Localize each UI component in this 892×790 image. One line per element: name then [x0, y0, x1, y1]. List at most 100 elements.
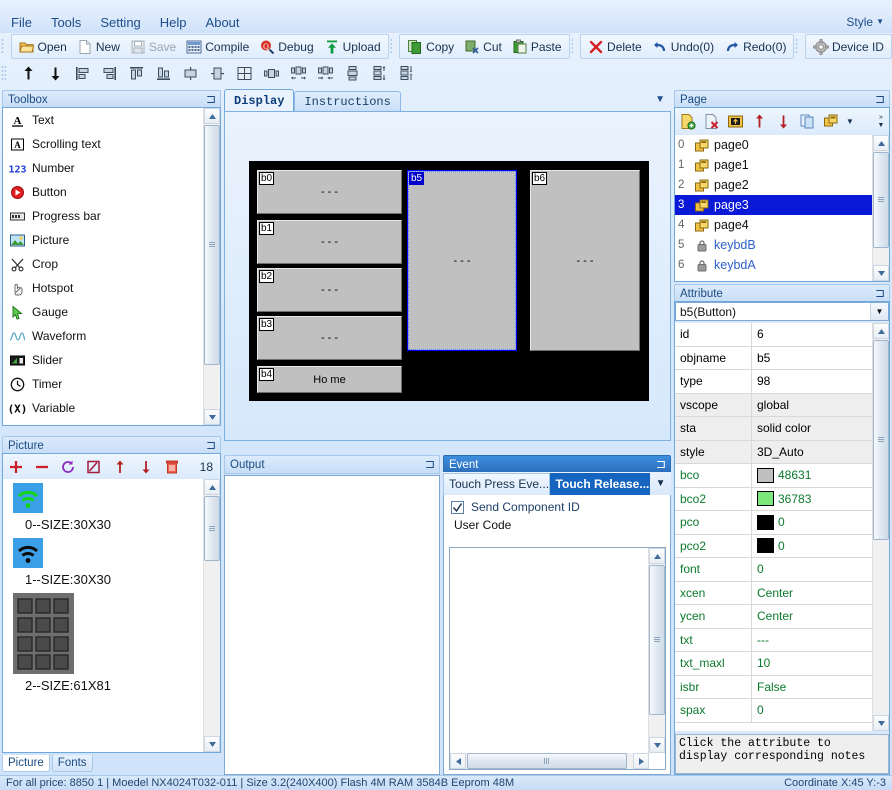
- import-page-button[interactable]: [723, 110, 747, 134]
- scrollbar-thumb[interactable]: [204, 496, 220, 561]
- chevron-down-icon[interactable]: ▼: [870, 303, 888, 320]
- attribute-row-pco2[interactable]: pco2 0: [675, 534, 873, 558]
- align-bottom-button[interactable]: [150, 62, 177, 86]
- move-up-button[interactable]: [15, 62, 42, 86]
- scrollbar-thumb[interactable]: [873, 340, 889, 540]
- new-button[interactable]: New: [72, 35, 125, 58]
- redo-button[interactable]: Redo(0): [719, 35, 791, 58]
- toolbox-item-hotspot[interactable]: Hotspot: [3, 276, 204, 300]
- color-swatch[interactable]: [757, 514, 774, 530]
- menu-item-setting[interactable]: Setting: [99, 15, 141, 30]
- toolbar-grip[interactable]: [795, 38, 798, 55]
- toolbox-item-scrolling-text[interactable]: A Scrolling text: [3, 132, 204, 156]
- event-tab-touch-press[interactable]: Touch Press Eve...: [443, 472, 550, 495]
- page-list-item-page3[interactable]: 3 page3: [675, 195, 873, 215]
- fit-screen-button[interactable]: [231, 62, 258, 86]
- color-swatch[interactable]: [757, 538, 774, 554]
- scrollbar-thumb[interactable]: [649, 565, 665, 715]
- pin-icon[interactable]: ⊐: [206, 438, 216, 452]
- pin-icon[interactable]: ⊐: [656, 457, 666, 471]
- copy-button[interactable]: Copy: [402, 35, 459, 58]
- page-list-item-page1[interactable]: 1 page1: [675, 155, 873, 175]
- display-canvas[interactable]: - - - b0 - - - b1 - - - b2 - - - b3 Ho m…: [224, 111, 671, 441]
- toolbox-item-slider[interactable]: Slider: [3, 348, 204, 372]
- open-button[interactable]: Open: [14, 35, 72, 58]
- picture-list-item[interactable]: 1--SIZE:30X30: [3, 534, 204, 589]
- attribute-row-ycen[interactable]: ycen Center: [675, 605, 873, 629]
- scroll-down-icon[interactable]: [204, 409, 220, 425]
- attribute-scrollbar[interactable]: [872, 323, 889, 731]
- canvas-widget-b6[interactable]: - - - b6: [530, 170, 640, 351]
- attribute-value-cell[interactable]: 10: [752, 652, 873, 675]
- picture-move-up-button[interactable]: [107, 455, 133, 478]
- paste-button[interactable]: Paste: [507, 35, 567, 58]
- toolbox-item-number[interactable]: 123 Number: [3, 156, 204, 180]
- attribute-value-cell[interactable]: 0: [752, 558, 873, 581]
- toolbox-item-progress-bar[interactable]: Progress bar: [3, 204, 204, 228]
- user-code-editor[interactable]: [449, 547, 666, 770]
- style-menu-button[interactable]: Style ▼: [846, 15, 884, 29]
- attribute-row-xcen[interactable]: xcen Center: [675, 581, 873, 605]
- canvas-widget-b4[interactable]: Ho me b4: [257, 366, 402, 393]
- attribute-value-cell[interactable]: 98: [752, 370, 873, 393]
- undo-button[interactable]: Undo(0): [647, 35, 719, 58]
- toolbox-item-crop[interactable]: Crop: [3, 252, 204, 276]
- scroll-right-icon[interactable]: [633, 753, 649, 769]
- color-swatch[interactable]: [757, 491, 774, 507]
- menu-item-about[interactable]: About: [205, 15, 241, 30]
- toolbar-grip[interactable]: [1, 65, 6, 82]
- upload-button[interactable]: Upload: [319, 35, 386, 58]
- color-swatch[interactable]: [757, 467, 774, 483]
- canvas-widget-b1[interactable]: - - - b1: [257, 220, 402, 264]
- remove-picture-button[interactable]: [29, 455, 55, 478]
- pin-icon[interactable]: ⊐: [875, 286, 885, 300]
- spread-horizontal-button[interactable]: [285, 62, 312, 86]
- add-page-button[interactable]: [675, 110, 699, 134]
- scroll-left-icon[interactable]: [450, 753, 466, 769]
- menu-item-file[interactable]: File: [10, 15, 33, 30]
- toolbox-item-timer[interactable]: Timer: [3, 372, 204, 396]
- align-left-button[interactable]: [69, 62, 96, 86]
- canvas-widget-b3[interactable]: - - - b3: [257, 316, 402, 360]
- page-list-item-keybdA[interactable]: 6 keybdA: [675, 255, 873, 275]
- attribute-row-bco2[interactable]: bco2 36783: [675, 487, 873, 511]
- scroll-up-icon[interactable]: [204, 108, 220, 124]
- send-component-id-checkbox[interactable]: [451, 500, 464, 514]
- attribute-row-objname[interactable]: objname b5: [675, 346, 873, 370]
- attribute-value-cell[interactable]: 0: [752, 535, 873, 558]
- scroll-down-icon[interactable]: [873, 715, 889, 731]
- scrollbar-thumb[interactable]: [873, 152, 889, 248]
- editor-tab-display[interactable]: Display: [224, 89, 295, 111]
- attribute-row-vscope[interactable]: vscope global: [675, 393, 873, 417]
- page-move-down-button[interactable]: [771, 110, 795, 134]
- toolbar-grip[interactable]: [389, 38, 393, 55]
- menu-item-help[interactable]: Help: [159, 15, 188, 30]
- delete-page-button[interactable]: [699, 110, 723, 134]
- attribute-row-spax[interactable]: spax 0: [675, 699, 873, 723]
- attribute-value-cell[interactable]: 0: [752, 699, 873, 722]
- shrink-vertical-button[interactable]: [393, 62, 420, 86]
- page-list-item-page4[interactable]: 4 page4: [675, 215, 873, 235]
- attribute-object-select[interactable]: b5(Button) ▼: [675, 302, 889, 321]
- picture-panel-tab-fonts[interactable]: Fonts: [51, 755, 93, 772]
- debug-button[interactable]: Q Debug: [254, 35, 318, 58]
- scroll-down-icon[interactable]: [873, 265, 889, 281]
- save-button[interactable]: Save: [125, 35, 181, 58]
- attribute-value-cell[interactable]: solid color: [752, 417, 873, 440]
- spread-vertical-button[interactable]: [366, 62, 393, 86]
- picture-scrollbar[interactable]: [203, 479, 220, 752]
- copy-page-button[interactable]: [795, 110, 819, 134]
- delete-button[interactable]: Delete: [583, 35, 647, 58]
- align-top-button[interactable]: [123, 62, 150, 86]
- attribute-row-txt[interactable]: txt ---: [675, 628, 873, 652]
- attribute-row-style[interactable]: style 3D_Auto: [675, 440, 873, 464]
- toolbox-item-variable[interactable]: (X) Variable: [3, 396, 204, 420]
- center-horizontal-button[interactable]: [177, 62, 204, 86]
- editor-tabs-overflow-icon[interactable]: ▼: [655, 94, 665, 105]
- scroll-up-icon[interactable]: [873, 135, 889, 151]
- page-group-button[interactable]: [819, 110, 843, 134]
- toolbox-scrollbar[interactable]: [203, 108, 220, 425]
- attribute-row-sta[interactable]: sta solid color: [675, 417, 873, 441]
- send-component-id-row[interactable]: Send Component ID: [444, 495, 670, 514]
- edit-picture-button[interactable]: [81, 455, 107, 478]
